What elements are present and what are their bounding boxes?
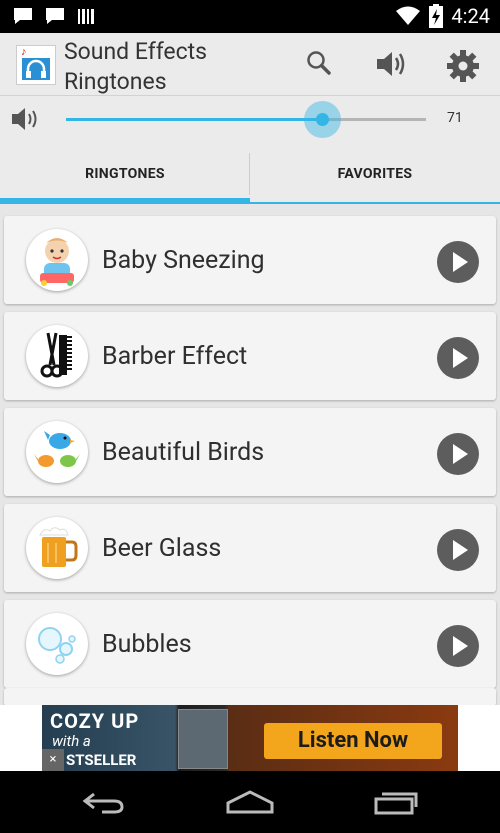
headphones-icon (26, 59, 46, 78)
ad-headline: COZY UP (50, 709, 140, 733)
play-icon (453, 444, 468, 464)
status-bar: 4:24 (0, 0, 500, 33)
play-icon (453, 252, 468, 272)
ad-book-image (178, 709, 228, 769)
volume-row: 71 (0, 96, 500, 144)
ad-subline: with a (52, 732, 91, 750)
play-button[interactable] (437, 337, 479, 379)
play-icon (453, 636, 468, 656)
bubbles-icon (26, 613, 88, 675)
navigation-bar (0, 771, 500, 833)
tab-ringtones[interactable]: RINGTONES (0, 144, 250, 204)
ringtone-item[interactable]: Beautiful Birds (4, 408, 496, 496)
volume-icon[interactable] (374, 49, 410, 79)
play-button[interactable] (437, 433, 479, 475)
play-button[interactable] (437, 529, 479, 571)
volume-value: 71 (447, 110, 463, 126)
ringtone-label: Baby Sneezing (102, 246, 265, 275)
app-bar: ♪ Sound Effects Ringtones (0, 33, 500, 96)
scissors-comb-icon (26, 325, 88, 387)
ad-listen-now-button[interactable]: Listen Now (264, 723, 442, 759)
ringtone-label: Beautiful Birds (102, 438, 265, 467)
message-notification-icon (14, 8, 32, 24)
message-notification-icon (46, 8, 64, 24)
app-logo[interactable]: ♪ (16, 45, 56, 85)
ad-close-button[interactable]: × (42, 749, 64, 771)
tab-underline (250, 202, 500, 204)
ringtone-label: Beer Glass (102, 534, 222, 563)
notification-icons (12, 6, 96, 26)
ad-banner[interactable]: COZY UP with a STSELLER × Listen Now (42, 705, 458, 771)
ringtone-label: Barber Effect (102, 342, 248, 371)
baby-icon (26, 229, 88, 291)
ringtone-item-partial[interactable] (4, 688, 496, 706)
tab-favorites[interactable]: FAVORITES (250, 144, 500, 204)
battery-charging-icon (429, 4, 444, 28)
speaker-icon (12, 108, 37, 130)
app-title: Sound Effects Ringtones (64, 38, 208, 95)
ringtone-item[interactable]: Barber Effect (4, 312, 496, 400)
play-icon (453, 348, 468, 368)
system-status: 4:24 (395, 4, 490, 28)
headphones-tile (22, 58, 50, 80)
settings-gear-icon[interactable] (446, 49, 480, 83)
birds-icon (26, 421, 88, 483)
recent-apps-icon[interactable] (372, 789, 420, 815)
back-icon[interactable] (80, 789, 128, 815)
play-button[interactable] (437, 241, 479, 283)
volume-slider-fill (66, 118, 322, 121)
wifi-icon (396, 6, 421, 25)
play-icon (453, 540, 468, 560)
tab-selected-indicator (0, 198, 250, 204)
ringtone-label: Bubbles (102, 630, 192, 659)
play-button[interactable] (437, 625, 479, 667)
music-note-icon: ♪ (21, 45, 27, 58)
home-icon[interactable] (225, 789, 275, 815)
tab-bar: RINGTONES FAVORITES (0, 144, 500, 204)
ringtone-item[interactable]: Bubbles (4, 600, 496, 688)
ringtone-item[interactable]: Baby Sneezing (4, 216, 496, 304)
ad-area: COZY UP with a STSELLER × Listen Now (0, 705, 500, 771)
volume-slider[interactable] (66, 101, 426, 138)
status-clock: 4:24 (451, 4, 490, 28)
volume-slider-thumb[interactable] (315, 113, 329, 126)
ad-tagline: STSELLER (66, 751, 137, 769)
barcode-notification-icon (78, 9, 94, 24)
ringtone-item[interactable]: Beer Glass (4, 504, 496, 592)
beer-mug-icon (26, 517, 88, 579)
search-icon[interactable] (305, 49, 333, 77)
